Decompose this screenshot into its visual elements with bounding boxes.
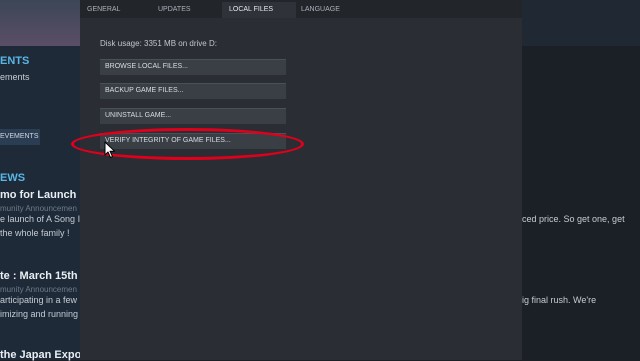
background-store-header [522,0,640,46]
news-item-title[interactable]: te : March 15th [0,270,78,282]
uninstall-game-button[interactable]: UNINSTALL GAME... [100,108,286,124]
tab-bar: GENERAL UPDATES LOCAL FILES LANGUAGE [80,0,522,18]
achievements-text: ements [0,72,30,82]
achievements-button[interactable]: EVEMENTS [0,129,40,145]
news-item-text: imizing and running [0,309,79,319]
backup-game-files-button[interactable]: BACKUP GAME FILES... [100,83,286,99]
tab-updates[interactable]: UPDATES [151,2,217,18]
news-item-text: ced price. So get one, get [522,214,625,224]
news-item-text: ig final rush. We're [522,295,597,305]
tab-general[interactable]: GENERAL [80,2,146,18]
news-item-text: articipating in a few [0,295,78,305]
disk-usage-label: Disk usage: 3351 MB on drive D: [100,39,217,48]
background-store-right [522,0,640,360]
news-item-subtitle: munity Announcemen [0,285,77,294]
news-item-text: the whole family ! [0,228,70,238]
achievements-heading: ENTS [0,55,30,67]
news-item-subtitle: munity Announcemen [0,204,77,213]
mouse-pointer-icon [104,141,115,158]
news-item-title[interactable]: the Japan Expo [0,349,81,361]
game-banner-image [0,0,80,46]
browse-local-files-button[interactable]: BROWSE LOCAL FILES... [100,59,286,75]
news-item-title[interactable]: mo for Launch [0,189,76,201]
properties-dialog: GENERAL UPDATES LOCAL FILES LANGUAGE Dis… [80,0,522,360]
tab-language[interactable]: LANGUAGE [294,2,366,18]
news-item-text: e launch of A Song I [0,214,81,224]
background-store-panel: ENTS ements EVEMENTS EWS mo for Launch m… [0,0,81,361]
news-heading: EWS [0,172,26,184]
tab-local-files[interactable]: LOCAL FILES [222,2,296,18]
